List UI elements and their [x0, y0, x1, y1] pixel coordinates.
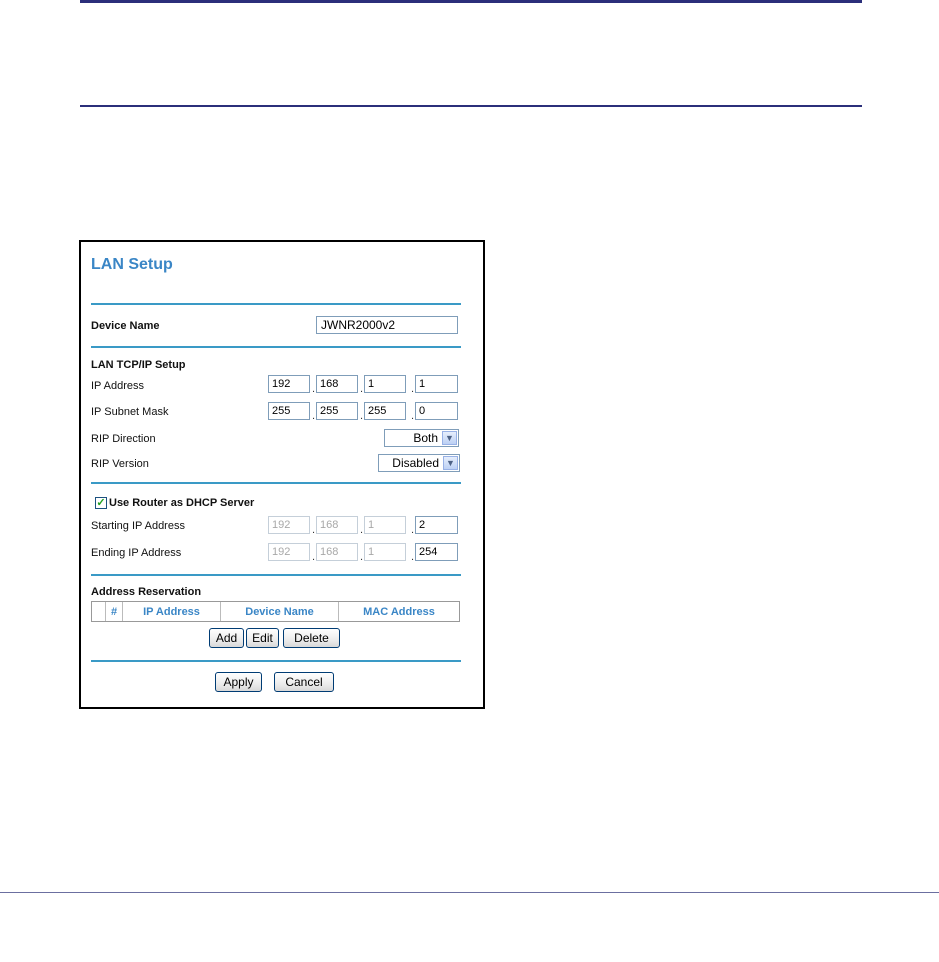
lan-setup-panel: LAN Setup Device Name JWNR2000v2 LAN TCP…	[79, 240, 485, 709]
table-header-mac-address: MAC Address	[363, 605, 435, 618]
divider	[91, 303, 461, 305]
octet-separator: .	[312, 410, 316, 422]
rip-version-value: Disabled	[392, 456, 439, 470]
ending-ip-octet-4[interactable]: 254	[415, 543, 458, 561]
octet-separator: .	[312, 383, 316, 395]
table-header-number: #	[106, 602, 123, 621]
divider	[91, 482, 461, 484]
divider	[91, 574, 461, 576]
divider	[91, 346, 461, 348]
ending-ip-octet-2: 168	[316, 543, 358, 561]
rip-direction-select[interactable]: Both ▼	[384, 429, 459, 447]
ending-ip-label: Ending IP Address	[91, 547, 182, 559]
octet-separator: .	[360, 551, 364, 563]
edit-button[interactable]: Edit	[246, 628, 279, 648]
rip-version-select[interactable]: Disabled ▼	[378, 454, 460, 472]
table-header-device-name: Device Name	[221, 602, 339, 621]
starting-ip-octet-1: 192	[268, 516, 310, 534]
page-title: LAN Setup	[91, 256, 173, 273]
device-name-label: Device Name	[91, 320, 160, 332]
table-header-ip-address: IP Address	[123, 602, 221, 621]
octet-separator: .	[411, 524, 415, 536]
starting-ip-octet-4[interactable]: 2	[415, 516, 458, 534]
octet-separator: .	[312, 551, 316, 563]
subnet-octet-2[interactable]: 255	[316, 402, 358, 420]
subnet-octet-1[interactable]: 255	[268, 402, 310, 420]
device-name-input[interactable]: JWNR2000v2	[316, 316, 458, 334]
document-top-rule	[80, 0, 862, 3]
chevron-down-icon[interactable]: ▼	[443, 456, 458, 470]
octet-separator: .	[411, 383, 415, 395]
ip-address-octet-1[interactable]: 192	[268, 375, 310, 393]
ending-ip-octet-3: 1	[364, 543, 406, 561]
octet-separator: .	[411, 551, 415, 563]
subnet-octet-3[interactable]: 255	[364, 402, 406, 420]
ip-address-octet-4[interactable]: 1	[415, 375, 458, 393]
rip-version-label: RIP Version	[91, 458, 149, 470]
checkmark-icon: ✓	[96, 497, 106, 509]
octet-separator: .	[411, 410, 415, 422]
dhcp-server-checkbox[interactable]: ✓	[95, 497, 107, 509]
cancel-button[interactable]: Cancel	[274, 672, 334, 692]
starting-ip-octet-2: 168	[316, 516, 358, 534]
tcpip-section-heading: LAN TCP/IP Setup	[91, 359, 186, 371]
octet-separator: .	[360, 410, 364, 422]
dhcp-server-label: Use Router as DHCP Server	[109, 497, 255, 509]
rip-direction-label: RIP Direction	[91, 433, 156, 445]
subnet-mask-label: IP Subnet Mask	[91, 406, 169, 418]
ending-ip-octet-1: 192	[268, 543, 310, 561]
starting-ip-octet-3: 1	[364, 516, 406, 534]
address-reservation-table: # IP Address Device Name MAC Address	[91, 601, 460, 622]
octet-separator: .	[360, 524, 364, 536]
chevron-down-icon[interactable]: ▼	[442, 431, 457, 445]
table-header-select	[92, 602, 106, 621]
delete-button[interactable]: Delete	[283, 628, 340, 648]
octet-separator: .	[360, 383, 364, 395]
ip-address-octet-3[interactable]: 1	[364, 375, 406, 393]
rip-direction-value: Both	[413, 431, 438, 445]
divider	[91, 660, 461, 662]
document-footer-rule	[0, 892, 939, 893]
ip-address-octet-2[interactable]: 168	[316, 375, 358, 393]
subnet-octet-4[interactable]: 0	[415, 402, 458, 420]
ip-address-label: IP Address	[91, 380, 144, 392]
document-header-rule	[80, 105, 862, 107]
apply-button[interactable]: Apply	[215, 672, 262, 692]
add-button[interactable]: Add	[209, 628, 244, 648]
starting-ip-label: Starting IP Address	[91, 520, 185, 532]
octet-separator: .	[312, 524, 316, 536]
address-reservation-heading: Address Reservation	[91, 586, 202, 598]
